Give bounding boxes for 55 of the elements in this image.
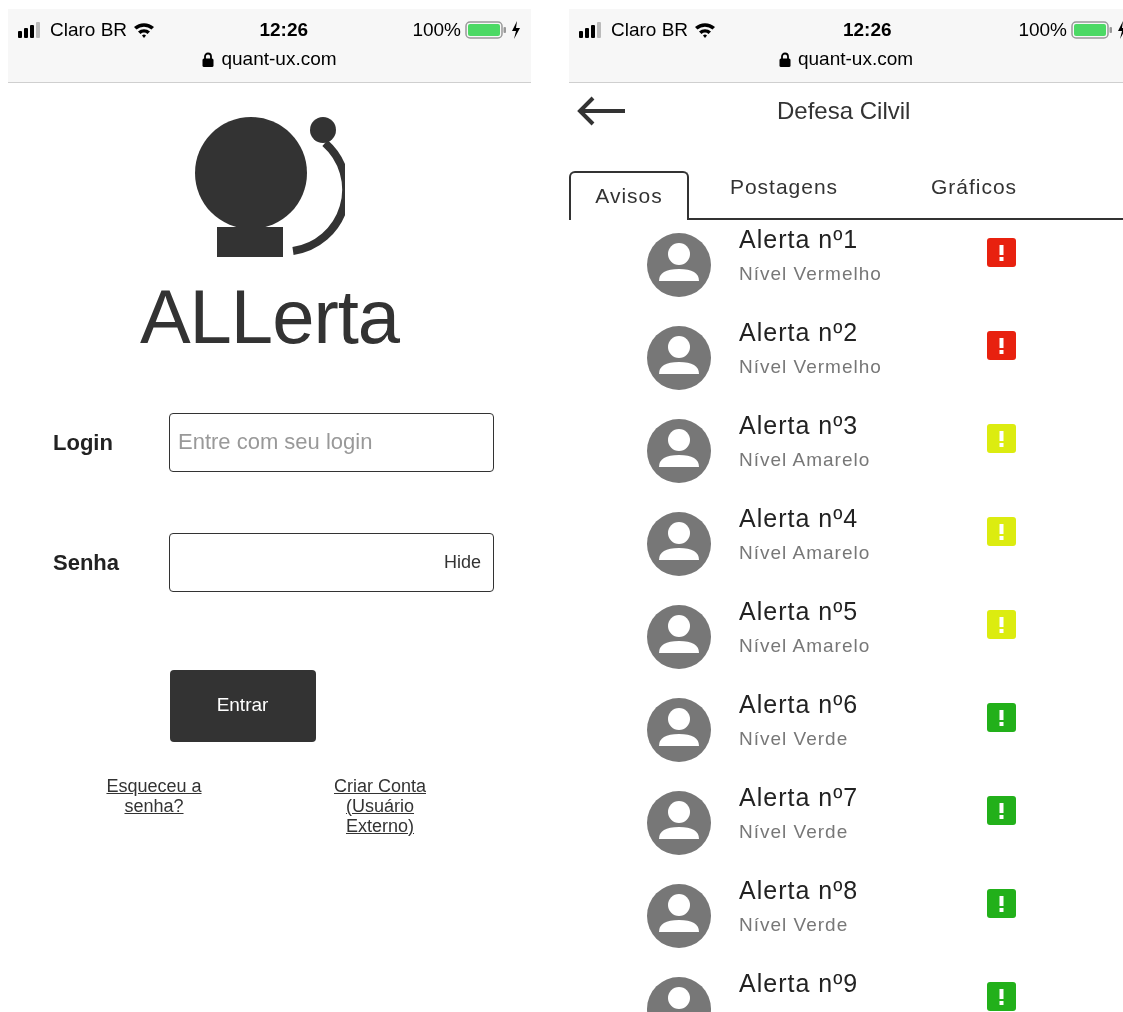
password-field[interactable]: Hide <box>169 532 494 592</box>
login-field[interactable]: Entre com seu login <box>169 412 494 472</box>
carrier-name: Claro BR <box>50 17 128 42</box>
screen-title: Defesa Cilvil <box>777 95 911 126</box>
avatar-icon <box>647 790 711 855</box>
avatar-icon <box>647 883 711 948</box>
battery-icon <box>1071 21 1113 39</box>
avatar-icon <box>647 511 711 576</box>
text-link[interactable]: Criar Conta (Usuário Externo) <box>320 775 440 836</box>
carrier-name: Claro BR <box>611 17 689 42</box>
text-link[interactable]: Esqueceu a senha? <box>94 775 214 836</box>
alert-title: Alerta nº2 <box>739 316 860 348</box>
tab[interactable]: Postagens <box>689 170 879 218</box>
back-arrow-icon[interactable] <box>577 94 627 127</box>
alert-title: Alerta nº7 <box>739 781 860 813</box>
clock-time: 12:26 <box>842 17 892 42</box>
alert-level: Nível Amarelo <box>739 634 872 658</box>
login-button[interactable]: Entrar <box>169 669 316 742</box>
battery-icon <box>465 21 507 39</box>
alert-title: Alerta nº6 <box>739 688 860 720</box>
alert-level: Nível Amarelo <box>739 448 872 472</box>
charging-bolt-icon <box>511 21 521 39</box>
alert-title: Alerta nº8 <box>739 874 860 906</box>
alert-level: Nível Vermelho <box>739 355 883 379</box>
page-url: quant-ux.com <box>797 47 914 71</box>
lock-icon <box>778 51 791 67</box>
avatar-icon <box>647 325 711 390</box>
alert-title: Alerta nº4 <box>739 502 860 534</box>
alert-title: Alerta nº3 <box>739 409 860 441</box>
bell-logo-icon <box>194 116 345 257</box>
avatar-icon <box>647 697 711 762</box>
tab[interactable]: Avisos <box>569 170 689 220</box>
avatar-icon <box>647 418 711 483</box>
alert-level: Nível Verde <box>739 820 850 844</box>
lock-icon <box>202 51 215 67</box>
wifi-icon <box>133 22 156 38</box>
field-label: Login <box>53 428 114 457</box>
hide-toggle[interactable]: Hide <box>443 548 481 576</box>
alert-title: Alerta nº1 <box>739 223 860 255</box>
battery-percent: 100% <box>412 17 461 42</box>
alert-level: Nível Verde <box>739 913 850 937</box>
alert-level: Nível Vermelho <box>739 262 883 286</box>
app-logo-text: ALLerta <box>139 278 400 355</box>
alert-level: Nível Verde <box>739 727 850 751</box>
page-url: quant-ux.com <box>221 47 337 71</box>
battery-percent: 100% <box>1018 17 1067 42</box>
alert-level: Nível Amarelo <box>739 541 872 565</box>
avatar-icon <box>647 604 711 669</box>
alert-title: Alerta nº5 <box>739 595 860 627</box>
clock-time: 12:26 <box>259 17 309 42</box>
alert-title: Alerta nº9 <box>739 967 860 999</box>
wifi-icon <box>694 22 717 38</box>
tab[interactable]: Gráficos <box>879 170 1069 218</box>
avatar-icon <box>647 232 711 297</box>
field-label: Senha <box>53 548 121 577</box>
